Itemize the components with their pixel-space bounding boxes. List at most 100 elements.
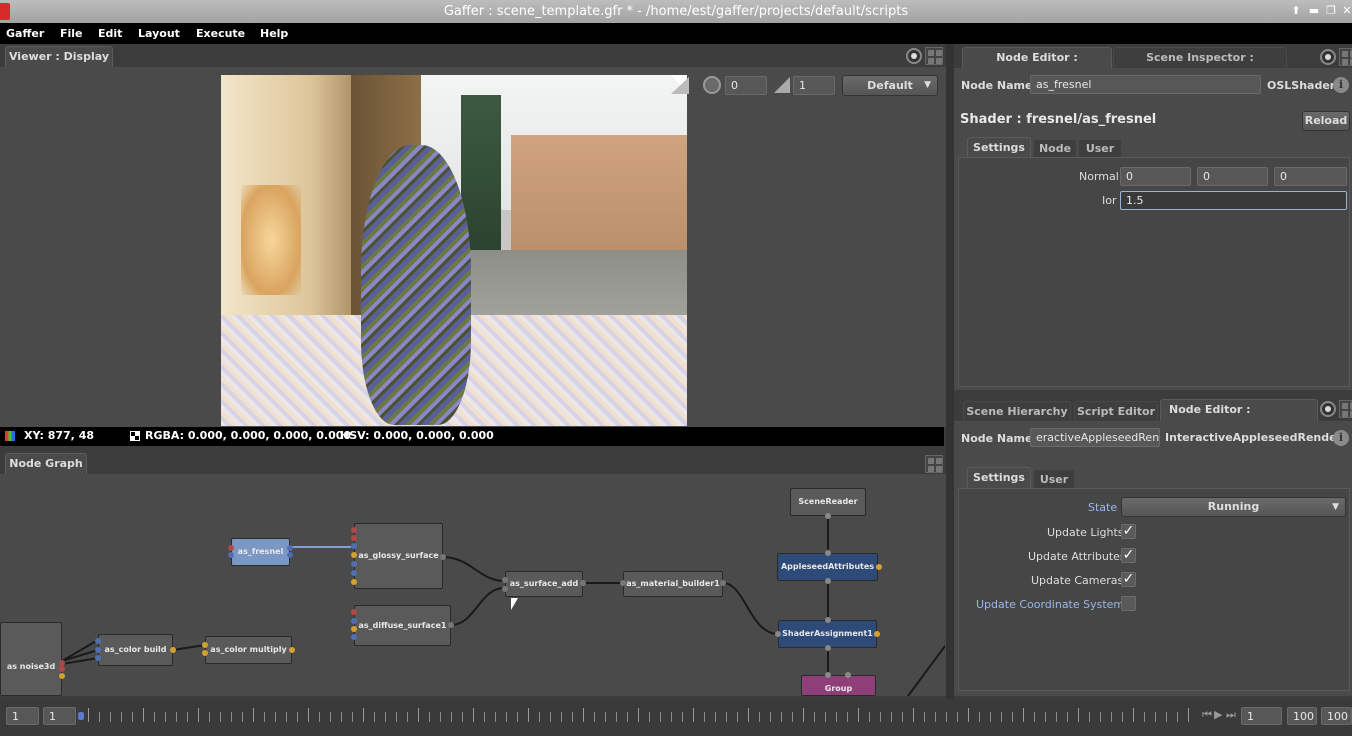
plug[interactable] <box>440 554 446 560</box>
plug[interactable] <box>351 618 357 624</box>
node-shader-assignment[interactable]: ShaderAssignment1 <box>778 620 877 648</box>
node-as-diffuse-surface[interactable]: as_diffuse_surface1 <box>354 605 451 646</box>
plug[interactable] <box>59 666 65 672</box>
plug[interactable] <box>59 673 65 679</box>
plug[interactable] <box>351 634 357 640</box>
plug[interactable] <box>351 552 357 558</box>
plug[interactable] <box>825 513 831 519</box>
node-name-field[interactable]: eractiveAppleseedRender <box>1030 428 1160 447</box>
node-as-fresnel[interactable]: as_fresnel <box>231 538 290 566</box>
plug[interactable] <box>620 580 626 586</box>
update-attributes-checkbox[interactable]: ✓ <box>1121 548 1136 563</box>
node-as-noise3d[interactable]: as noise3d <box>0 622 62 696</box>
menu-layout[interactable]: Layout <box>138 23 180 44</box>
node-name-field[interactable]: as_fresnel <box>1030 75 1261 94</box>
node-appleseed-attributes[interactable]: AppleseedAttributes <box>777 553 878 581</box>
plug[interactable] <box>228 552 234 558</box>
node-as-glossy-surface[interactable]: as_glossy_surface <box>354 523 443 589</box>
node-as-color-multiply[interactable]: as_color multiply <box>205 636 292 664</box>
node-as-color-build[interactable]: as_color build <box>98 634 173 666</box>
update-coord-checkbox[interactable] <box>1121 596 1136 611</box>
plug[interactable] <box>170 647 176 653</box>
plug[interactable] <box>502 586 508 592</box>
play-icon[interactable]: ▶ <box>1214 708 1222 721</box>
plug[interactable] <box>202 642 208 648</box>
info-icon[interactable]: i <box>1333 430 1349 446</box>
menu-file[interactable]: File <box>60 23 83 44</box>
plug[interactable] <box>228 545 234 551</box>
reload-button[interactable]: Reload <box>1302 111 1350 131</box>
resize-corner-icon[interactable] <box>671 77 689 94</box>
plug[interactable] <box>351 527 357 533</box>
plug[interactable] <box>351 626 357 632</box>
frame-field[interactable]: 1 <box>1241 707 1282 725</box>
tab-node-editor[interactable]: Node Editor : as_fresnel <box>962 47 1112 84</box>
layout-grid-icon[interactable] <box>1339 48 1352 66</box>
window-up-icon[interactable]: ⬆ <box>1288 3 1304 19</box>
plug[interactable] <box>95 647 101 653</box>
pin-icon[interactable] <box>1320 49 1336 65</box>
end-range-field[interactable]: 100 <box>1321 707 1352 725</box>
plug[interactable] <box>825 617 831 623</box>
tab-node[interactable]: Node <box>1033 139 1077 157</box>
plug[interactable] <box>580 580 586 586</box>
node-group[interactable]: Group <box>801 675 876 696</box>
plug[interactable] <box>95 638 101 644</box>
node-as-surface-add[interactable]: as_surface_add <box>505 571 583 597</box>
exposure-field[interactable]: 0 <box>725 76 767 95</box>
plug[interactable] <box>287 545 293 551</box>
plug[interactable] <box>845 672 851 678</box>
minimize-icon[interactable]: ▬ <box>1306 3 1322 19</box>
plug[interactable] <box>351 570 357 576</box>
plug[interactable] <box>720 580 726 586</box>
tab-script-editor[interactable]: Script Editor <box>1074 401 1158 422</box>
ior-field[interactable]: 1.5 <box>1120 191 1347 210</box>
tab-scene-inspector[interactable]: Scene Inspector : as_fresnel <box>1113 47 1287 84</box>
layout-grid-icon[interactable] <box>925 455 943 473</box>
tab-node-graph[interactable]: Node Graph <box>5 453 87 474</box>
info-icon[interactable]: i <box>1333 77 1349 93</box>
skip-end-icon[interactable]: ⏭ <box>1226 708 1236 722</box>
skip-start-icon[interactable]: ⏮ <box>1202 708 1212 722</box>
menu-help[interactable]: Help <box>260 23 288 44</box>
plug[interactable] <box>825 578 831 584</box>
display-mode-select[interactable]: Default ▼ <box>842 75 938 96</box>
tab-settings[interactable]: Settings <box>967 137 1031 157</box>
plug[interactable] <box>351 543 357 549</box>
update-lights-checkbox[interactable]: ✓ <box>1121 524 1136 539</box>
node-scene-reader[interactable]: SceneReader <box>790 488 866 516</box>
plug[interactable] <box>202 650 208 656</box>
plug[interactable] <box>351 579 357 585</box>
current-start-field[interactable]: 1 <box>43 707 76 725</box>
restore-icon[interactable]: ❐ <box>1323 3 1339 19</box>
plug[interactable] <box>351 609 357 615</box>
plug[interactable] <box>825 645 831 651</box>
splitter[interactable] <box>946 44 954 699</box>
playhead[interactable] <box>78 712 84 720</box>
normal-x-field[interactable]: 0 <box>1120 167 1191 186</box>
tab-node-editor-interactive[interactable]: Node Editor : InteractiveAp <box>1160 399 1318 421</box>
layout-grid-icon[interactable] <box>1339 400 1352 418</box>
menu-execute[interactable]: Execute <box>196 23 245 44</box>
plug[interactable] <box>351 561 357 567</box>
tab-user[interactable]: User <box>1033 469 1075 488</box>
node-as-material-builder[interactable]: as_material_builder1 <box>623 571 723 597</box>
plug[interactable] <box>289 647 295 653</box>
normal-y-field[interactable]: 0 <box>1197 167 1268 186</box>
update-cameras-checkbox[interactable]: ✓ <box>1121 572 1136 587</box>
tab-scene-hierarchy[interactable]: Scene Hierarchy <box>963 401 1071 422</box>
plug[interactable] <box>775 631 781 637</box>
layout-grid-icon[interactable] <box>925 47 943 65</box>
menu-edit[interactable]: Edit <box>98 23 122 44</box>
plug[interactable] <box>351 535 357 541</box>
plug[interactable] <box>876 564 882 570</box>
tab-settings[interactable]: Settings <box>967 467 1031 488</box>
close-icon[interactable]: ✕ <box>1339 3 1352 19</box>
tab-viewer[interactable]: Viewer : Display <box>5 46 113 67</box>
plug[interactable] <box>825 550 831 556</box>
pin-icon[interactable] <box>906 48 922 64</box>
gamma-field[interactable]: 1 <box>793 76 835 95</box>
plug[interactable] <box>874 631 880 637</box>
pin-icon[interactable] <box>1320 401 1336 417</box>
end-frame-field[interactable]: 100 <box>1287 707 1317 725</box>
